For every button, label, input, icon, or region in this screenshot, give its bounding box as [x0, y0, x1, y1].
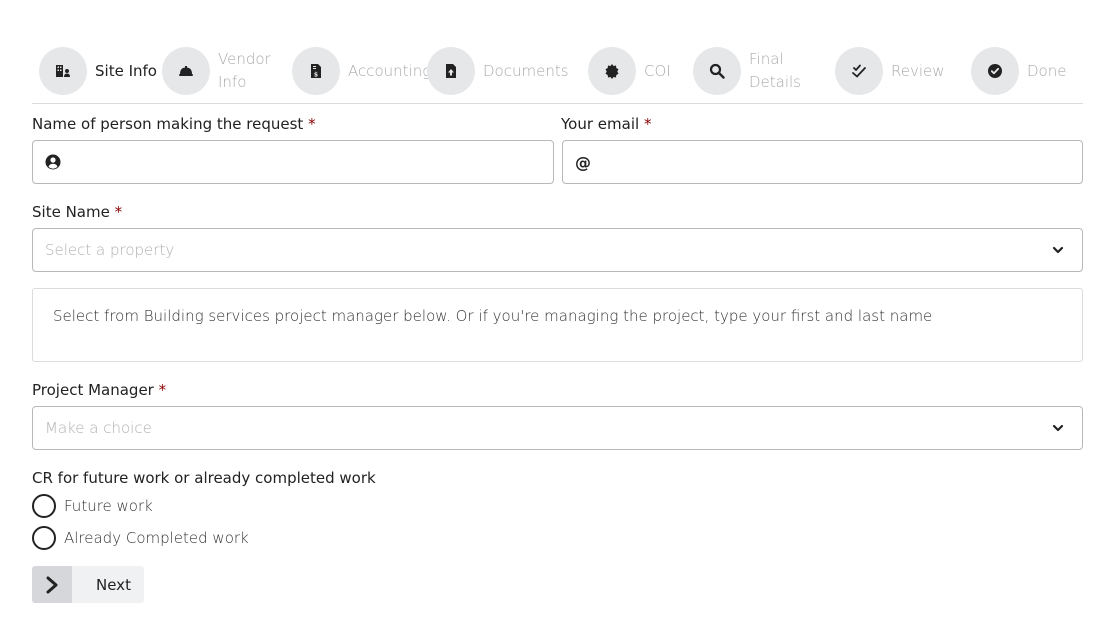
hard-hat-icon	[162, 47, 210, 95]
project-manager-info: Select from Building services project ma…	[32, 288, 1083, 362]
certificate-icon	[588, 47, 636, 95]
search-icon	[693, 47, 741, 95]
step-site-info[interactable]: Site Info	[39, 47, 157, 95]
email-label: Your email *	[561, 115, 651, 133]
chevron-down-icon	[1052, 246, 1064, 254]
work-type-label: CR for future work or already completed …	[32, 469, 376, 487]
next-button-label: Next	[96, 575, 131, 594]
double-check-icon	[835, 47, 883, 95]
step-label: Vendor Info	[218, 50, 271, 91]
progress-stepper: Site Info Vendor Info $ Accounting Docum…	[32, 47, 1083, 104]
radio-completed-work[interactable]: Already Completed work	[32, 526, 249, 550]
required-mark: *	[158, 381, 167, 399]
requester-input[interactable]	[71, 141, 553, 183]
file-upload-icon	[427, 47, 475, 95]
step-label: Final Details	[749, 50, 802, 91]
chevron-down-icon	[1052, 424, 1064, 432]
requester-field[interactable]	[32, 140, 554, 184]
building-user-icon	[39, 47, 87, 95]
requester-label: Name of person making the request *	[32, 115, 316, 133]
required-mark: *	[643, 115, 652, 133]
svg-text:$: $	[314, 72, 318, 79]
site-name-label: Site Name *	[32, 203, 122, 221]
required-mark: *	[114, 203, 123, 221]
step-label: Accounting	[348, 61, 432, 80]
step-documents[interactable]: Documents	[427, 47, 569, 95]
step-done[interactable]: Done	[971, 47, 1066, 95]
check-circle-icon	[971, 47, 1019, 95]
at-icon: @	[575, 152, 591, 172]
email-input[interactable]	[601, 141, 1082, 183]
project-manager-label-text: Project Manager	[32, 381, 154, 399]
requester-label-text: Name of person making the request	[32, 115, 304, 133]
radio-label: Future work	[64, 497, 153, 515]
step-label: Review	[891, 61, 945, 80]
required-mark: *	[308, 115, 316, 133]
site-name-placeholder: Select a property	[45, 241, 175, 259]
radio-button[interactable]	[32, 526, 56, 550]
step-label: Documents	[483, 61, 569, 80]
project-manager-select[interactable]: Make a choice	[32, 406, 1083, 450]
radio-button[interactable]	[32, 494, 56, 518]
step-label: COI	[644, 61, 671, 80]
email-field[interactable]: @	[562, 140, 1083, 184]
radio-label: Already Completed work	[64, 529, 249, 547]
next-button[interactable]: Next	[32, 566, 144, 603]
step-label: Site Info	[95, 61, 157, 80]
step-vendor-info[interactable]: Vendor Info	[162, 47, 278, 95]
project-manager-label: Project Manager *	[32, 381, 166, 399]
step-review[interactable]: Review	[835, 47, 945, 95]
invoice-dollar-icon: $	[292, 47, 340, 95]
chevron-right-icon	[32, 566, 72, 603]
site-name-label-text: Site Name	[32, 203, 110, 221]
step-label: Done	[1027, 61, 1067, 80]
user-circle-icon	[45, 154, 61, 170]
radio-future-work[interactable]: Future work	[32, 494, 153, 518]
email-label-text: Your email	[561, 115, 640, 133]
step-accounting[interactable]: $ Accounting	[292, 47, 431, 95]
project-manager-placeholder: Make a choice	[45, 419, 152, 437]
step-final-details[interactable]: Final Details	[693, 47, 809, 95]
step-coi[interactable]: COI	[588, 47, 671, 95]
site-name-select[interactable]: Select a property	[32, 228, 1083, 272]
